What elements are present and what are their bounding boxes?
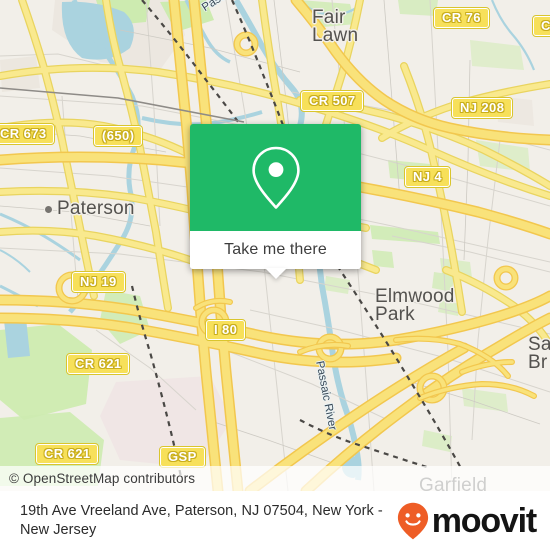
city-marker-paterson	[44, 205, 53, 214]
road-shield-cr-621-north: CR 621	[65, 353, 131, 375]
road-shield-cr: CR	[532, 15, 550, 37]
location-callout-card[interactable]: Take me there	[190, 124, 361, 279]
road-shield-cr-621-south: CR 621	[34, 443, 100, 465]
map-pin-outline-icon	[251, 146, 300, 209]
road-shield-nj-4: NJ 4	[403, 166, 452, 188]
road-shield-nj-208: NJ 208	[450, 97, 514, 119]
road-shield-cr-673: CR 673	[0, 123, 56, 145]
road-shield-i-80: I 80	[204, 319, 247, 341]
map-canvas[interactable]: .w { fill:#aad3df; } .wl { stroke:#aad3d…	[0, 0, 550, 491]
take-me-there-button[interactable]: Take me there	[224, 241, 327, 259]
callout-pointer-tail	[264, 268, 287, 279]
footer-bar: 19th Ave Vreeland Ave, Paterson, NJ 0750…	[0, 491, 550, 550]
road-shield-nj-19: NJ 19	[71, 271, 126, 293]
callout-image-area	[190, 124, 361, 231]
callout-action-area[interactable]: Take me there	[190, 231, 361, 279]
moovit-pin-icon	[397, 502, 428, 539]
osm-attribution-text[interactable]: © OpenStreetMap contributors	[9, 471, 195, 486]
location-address-text: 19th Ave Vreeland Ave, Paterson, NJ 0750…	[20, 502, 383, 538]
map-attribution-bar: © OpenStreetMap contributors	[0, 466, 550, 491]
moovit-wordmark: moovit	[431, 501, 537, 540]
moovit-logo[interactable]: moovit	[396, 501, 537, 541]
moovit-map-screenshot: .w { fill:#aad3df; } .wl { stroke:#aad3d…	[0, 0, 550, 550]
road-shield-gsp: GSP	[159, 446, 206, 468]
road-shield-650: (650)	[92, 125, 144, 147]
road-shield-cr-76: CR 76	[433, 7, 490, 29]
road-shield-cr-507: CR 507	[299, 90, 365, 112]
